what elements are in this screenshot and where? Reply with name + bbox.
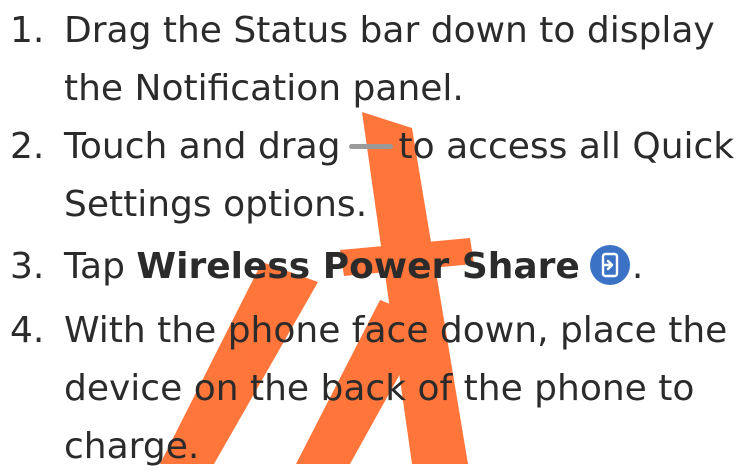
step-number: 2. (10, 126, 45, 167)
step-text: With the phone face down, place the devi… (64, 302, 752, 476)
step-text: Tap Wireless Power Share. (64, 238, 752, 296)
step-line: charge. (64, 426, 200, 467)
step-number: 1. (10, 10, 45, 51)
wireless-power-share-icon (589, 245, 630, 285)
step-text-part: to access all Quick (398, 126, 735, 167)
setting-name: Wireless Power Share (136, 246, 580, 287)
drag-handle-icon (348, 143, 393, 149)
step-number: 3. (10, 246, 45, 287)
step-text: Touch and drag to access all Quick Settin… (64, 118, 752, 234)
step-line: Touch and drag to access all Quick (64, 118, 752, 176)
step-line: device on the back of the phone to (64, 368, 695, 409)
step-text-part: Touch and drag (64, 126, 341, 167)
step-text-part: Tap (64, 246, 137, 287)
step-line: Drag the Status bar down to display (64, 10, 715, 51)
step-text: Drag the Status bar down to display the … (64, 2, 752, 118)
step-line: Settings options. (64, 184, 368, 225)
step-line: the Notification panel. (64, 68, 464, 109)
step-text-part: . (631, 246, 644, 287)
step-line: Tap Wireless Power Share. (64, 238, 752, 296)
step-number: 4. (10, 310, 45, 351)
step-line: With the phone face down, place the (64, 310, 728, 351)
